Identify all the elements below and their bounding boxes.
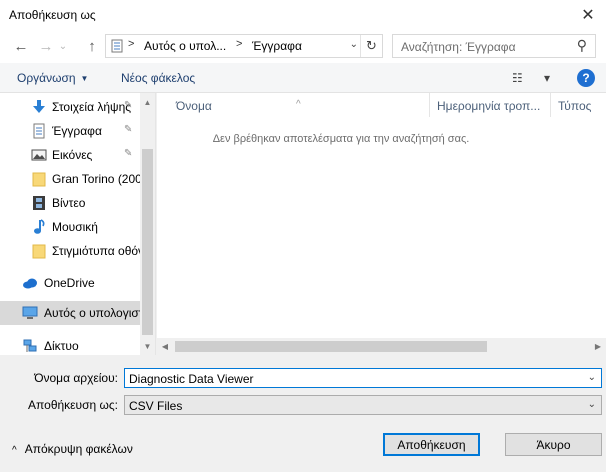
column-headers: ^ Όνομα Ημερομηνία τροπ... Τύπος	[157, 93, 606, 117]
this-pc-location-icon	[111, 39, 123, 53]
help-icon[interactable]: ?	[577, 69, 595, 87]
breadcrumb-separator: >	[128, 38, 135, 50]
save-as-type-value: CSV Files	[129, 399, 183, 413]
sidebar-scroll-thumb[interactable]	[142, 149, 153, 335]
file-list: ^ Όνομα Ημερομηνία τροπ... Τύπος Δεν βρέ…	[157, 93, 606, 355]
sidebar-item-onedrive[interactable]: OneDrive	[0, 271, 140, 295]
column-divider[interactable]	[429, 93, 430, 117]
folder-icon	[32, 244, 46, 259]
computer-icon	[22, 306, 38, 319]
horizontal-scroll-thumb[interactable]	[175, 341, 487, 352]
sidebar-item-label: Μουσική	[52, 220, 98, 234]
new-folder-button[interactable]: Νέος φάκελος	[121, 71, 195, 85]
pictures-icon	[31, 149, 47, 161]
scroll-left-icon[interactable]: ◀	[157, 338, 173, 355]
breadcrumb-separator: >	[236, 38, 243, 50]
hide-folders-label: Απόκρυψη φακέλων	[24, 442, 133, 456]
navigation-pane: Στοιχεία λήψης ✎ Έγγραφα ✎ Εικόνες ✎ Gra…	[0, 93, 156, 355]
breadcrumb-this-pc[interactable]: Αυτός ο υπολ...	[144, 39, 226, 53]
sidebar-item-label: Δίκτυο	[44, 339, 79, 353]
sidebar-item-label: Gran Torino (2008)	[52, 172, 140, 186]
sidebar-item-videos[interactable]: Βίντεο	[0, 191, 140, 215]
sidebar-item-label: Βίντεο	[52, 196, 86, 210]
filename-field[interactable]: Diagnostic Data Viewer ⌄	[124, 368, 602, 388]
hide-folders-caret-icon: ^	[12, 445, 17, 456]
pin-icon: ✎	[124, 100, 133, 111]
address-bar[interactable]: > Αυτός ο υπολ... > Έγγραφα ⌄ ↻	[105, 34, 383, 58]
column-header-date-modified[interactable]: Ημερομηνία τροπ...	[437, 99, 540, 113]
forward-arrow-icon[interactable]: →	[34, 34, 58, 58]
empty-results-message: Δεν βρέθηκαν αποτελέσματα για την αναζήτ…	[212, 133, 470, 145]
scroll-right-icon[interactable]: ▶	[590, 338, 606, 355]
title-bar: Αποθήκευση ως ✕	[0, 0, 606, 30]
back-arrow-icon[interactable]: ←	[9, 34, 33, 58]
sidebar-item-label: Αυτός ο υπολογιστής	[44, 306, 140, 320]
search-placeholder: Αναζήτηση: Έγγραφα	[401, 40, 516, 54]
view-caret-icon: ▾	[543, 71, 550, 85]
organize-caret-icon: ▼	[80, 74, 89, 84]
save-as-type-label: Αποθήκευση ως:	[28, 398, 118, 412]
sidebar-item-screenshots[interactable]: Στιγμιότυπα οθόνης	[0, 239, 140, 263]
sidebar-item-pictures[interactable]: Εικόνες ✎	[0, 143, 140, 167]
close-icon[interactable]: ✕	[570, 0, 606, 30]
search-box[interactable]: Αναζήτηση: Έγγραφα ⚲	[392, 34, 596, 58]
video-icon	[33, 196, 45, 210]
filename-dropdown-chevron-icon[interactable]: ⌄	[588, 372, 596, 383]
column-header-name[interactable]: Όνομα	[176, 99, 212, 113]
sidebar-item-label: OneDrive	[44, 276, 95, 290]
search-icon[interactable]: ⚲	[577, 37, 587, 54]
change-view-button[interactable]: ☷ ▾	[512, 69, 550, 87]
sidebar-item-this-pc[interactable]: Αυτός ο υπολογιστής	[0, 301, 140, 325]
organize-menu-button[interactable]: Οργάνωση ▼	[17, 71, 88, 85]
organize-label: Οργάνωση	[17, 71, 76, 85]
scroll-up-icon[interactable]: ▲	[140, 95, 155, 109]
column-header-type[interactable]: Τύπος	[558, 99, 591, 113]
navigation-bar: ← → ⌄ ↑ > Αυτός ο υπολ... > Έγγραφα ⌄ ↻ …	[0, 30, 606, 63]
save-as-type-chevron-icon[interactable]: ⌄	[588, 399, 596, 410]
save-as-type-select[interactable]: CSV Files ⌄	[124, 395, 602, 415]
network-icon	[23, 339, 37, 352]
up-arrow-icon[interactable]: ↑	[80, 34, 104, 58]
scroll-down-icon[interactable]: ▼	[140, 339, 155, 353]
download-arrow-icon	[33, 100, 45, 113]
sidebar-scrollbar[interactable]: ▲ ▼	[140, 93, 155, 355]
documents-icon	[33, 123, 45, 139]
refresh-icon[interactable]: ↻	[360, 35, 382, 57]
pin-icon: ✎	[124, 124, 133, 135]
music-icon	[34, 219, 45, 234]
window-title: Αποθήκευση ως	[9, 8, 96, 22]
save-button[interactable]: Αποθήκευση	[383, 433, 480, 456]
command-toolbar: Οργάνωση ▼ Νέος φάκελος ☷ ▾ ?	[0, 63, 606, 93]
sidebar-item-music[interactable]: Μουσική	[0, 215, 140, 239]
cloud-icon	[23, 278, 37, 289]
address-dropdown-chevron-icon[interactable]: ⌄	[350, 39, 358, 50]
details-view-icon: ☷	[512, 71, 523, 85]
sidebar-item-downloads[interactable]: Στοιχεία λήψης ✎	[0, 95, 140, 119]
save-form: Όνομα αρχείου: Diagnostic Data Viewer ⌄ …	[0, 355, 606, 472]
folder-icon	[32, 172, 46, 187]
column-divider[interactable]	[550, 93, 551, 117]
filename-label: Όνομα αρχείου:	[34, 371, 118, 385]
recent-locations-chevron-icon[interactable]: ⌄	[56, 34, 70, 58]
filename-value: Diagnostic Data Viewer	[129, 372, 254, 386]
pin-icon: ✎	[124, 148, 133, 159]
sidebar-item-label: Στιγμιότυπα οθόνης	[52, 244, 140, 258]
sidebar-item-documents[interactable]: Έγγραφα ✎	[0, 119, 140, 143]
hide-folders-button[interactable]: ^ Απόκρυψη φακέλων	[12, 442, 133, 456]
cancel-button[interactable]: Άκυρο	[505, 433, 602, 456]
sort-ascending-icon: ^	[296, 99, 301, 110]
sidebar-item-gran-torino[interactable]: Gran Torino (2008)	[0, 167, 140, 191]
file-list-horizontal-scrollbar[interactable]: ◀ ▶	[157, 338, 606, 355]
breadcrumb-documents[interactable]: Έγγραφα	[252, 39, 302, 53]
